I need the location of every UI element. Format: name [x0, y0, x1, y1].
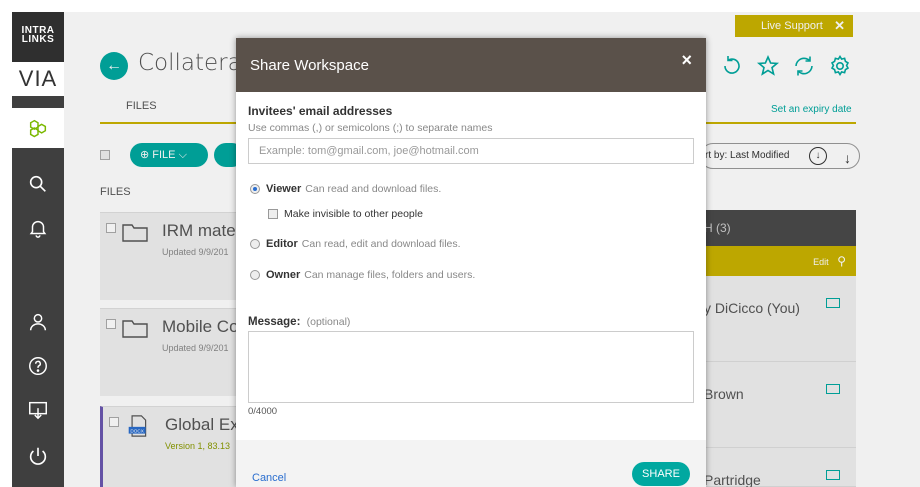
bell-icon [29, 220, 47, 238]
logout-nav-button[interactable] [12, 436, 64, 476]
invisible-checkbox[interactable] [268, 209, 278, 219]
close-icon[interactable]: × [681, 50, 692, 71]
hexagons-icon [29, 119, 47, 138]
page-margin [0, 0, 12, 487]
role-desc: Can read, edit and download files. [301, 238, 461, 250]
download-icon [29, 401, 47, 420]
role-name: Viewer [266, 183, 302, 195]
profile-nav-button[interactable] [12, 302, 64, 342]
dialog-footer: Cancel SHARE [236, 440, 706, 487]
app-root: INTRA LINKS VIA Live Support ✕ ← Collate… [0, 0, 920, 487]
role-desc: Can manage files, folders and users. [304, 269, 476, 281]
dialog-title: Share Workspace [250, 57, 369, 74]
dialog-header: Share Workspace × [236, 38, 706, 92]
help-nav-button[interactable] [12, 346, 64, 386]
message-optional: (optional) [306, 316, 351, 328]
share-workspace-dialog: Share Workspace × Invitees' email addres… [236, 38, 706, 487]
notifications-nav-button[interactable] [12, 208, 64, 248]
cancel-button[interactable]: Cancel [252, 472, 286, 484]
role-owner-option[interactable]: Owner Can manage files, folders and user… [250, 269, 475, 281]
user-icon [29, 313, 47, 331]
via-logo: VIA [12, 62, 64, 96]
invitee-email-input[interactable] [248, 138, 694, 164]
power-icon [29, 447, 47, 465]
share-button[interactable]: SHARE [632, 462, 690, 486]
left-nav-rail: INTRA LINKS VIA [12, 12, 64, 487]
message-textarea[interactable] [248, 331, 694, 403]
emails-hint: Use commas (,) or semicolons (;) to sepa… [248, 122, 493, 134]
role-name: Owner [266, 269, 301, 281]
role-viewer-radio[interactable] [250, 184, 260, 194]
search-icon [29, 175, 46, 192]
invisible-label: Make invisible to other people [284, 208, 423, 220]
role-name: Editor [266, 238, 298, 250]
download-nav-button[interactable] [12, 390, 64, 430]
role-viewer-option[interactable]: Viewer Can read and download files. [250, 183, 441, 195]
role-editor-option[interactable]: Editor Can read, edit and download files… [250, 238, 461, 250]
character-counter: 0/4000 [248, 406, 278, 417]
workspaces-nav-button[interactable] [12, 108, 64, 148]
emails-label: Invitees' email addresses [248, 104, 393, 118]
search-nav-button[interactable] [12, 164, 64, 204]
role-desc: Can read and download files. [305, 183, 442, 195]
invisible-option[interactable]: Make invisible to other people [268, 208, 423, 220]
role-owner-radio[interactable] [250, 270, 260, 280]
message-label: Message: (optional) [248, 316, 350, 328]
intralinks-logo: INTRA LINKS [12, 12, 64, 62]
role-editor-radio[interactable] [250, 239, 260, 249]
help-icon [29, 357, 47, 375]
message-label-text: Message: [248, 316, 301, 328]
